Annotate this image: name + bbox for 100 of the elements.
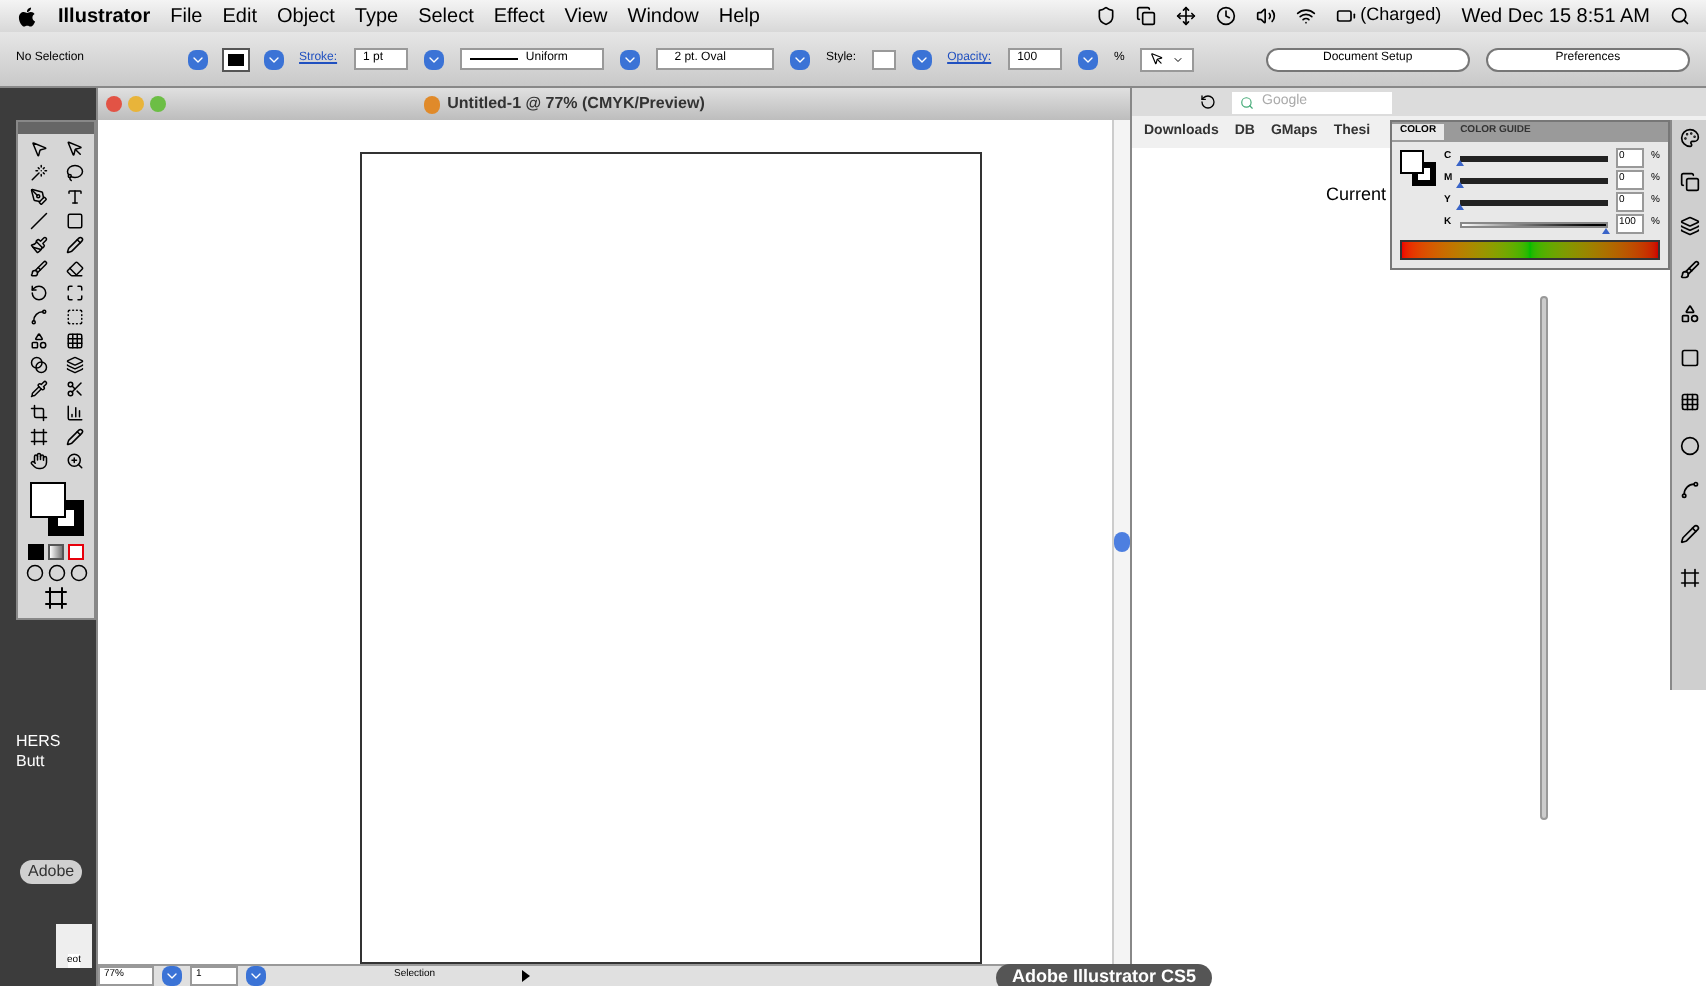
mesh-icon[interactable]: [65, 331, 83, 349]
panel-icon[interactable]: [1679, 216, 1699, 236]
menu-item[interactable]: Object: [276, 1, 335, 31]
desktop-pill[interactable]: Adobe: [20, 860, 83, 884]
gradient-mode-icon[interactable]: [48, 544, 64, 560]
brush-icon[interactable]: [29, 235, 47, 253]
wifi-icon[interactable]: [1296, 6, 1317, 26]
fill-stroke-drawing[interactable]: [29, 482, 83, 536]
panel-icon[interactable]: [1679, 348, 1699, 368]
shapes-icon[interactable]: [29, 331, 47, 349]
free-transform-icon[interactable]: [65, 307, 83, 325]
reload-icon[interactable]: [1200, 94, 1216, 110]
blend-icon[interactable]: [29, 355, 47, 373]
color-mode-icon[interactable]: [28, 544, 44, 560]
none-mode-icon[interactable]: [68, 544, 84, 560]
dropdown-arrow[interactable]: [790, 49, 811, 69]
clock[interactable]: Wed Dec 15 8:51 AM: [1461, 1, 1650, 31]
draw-inside-icon[interactable]: [69, 564, 87, 582]
stroke-swatch[interactable]: [223, 49, 248, 69]
menu-item[interactable]: Type: [354, 1, 399, 31]
eyedropper-icon[interactable]: [29, 379, 47, 397]
draw-behind-icon[interactable]: [47, 564, 65, 582]
wand-icon[interactable]: [29, 163, 47, 181]
dropdown-arrow[interactable]: [1078, 49, 1098, 69]
close-button[interactable]: [106, 96, 122, 112]
scrollbar[interactable]: [1540, 296, 1548, 820]
scissors-icon[interactable]: [65, 379, 83, 397]
move-icon[interactable]: [1176, 6, 1197, 26]
menu-item[interactable]: Effect: [493, 1, 545, 31]
panel-icon[interactable]: [1679, 524, 1699, 544]
volume-icon[interactable]: [1256, 6, 1277, 26]
dropdown-arrow[interactable]: [162, 966, 182, 986]
color-spectrum[interactable]: [1400, 240, 1660, 260]
panel-icon[interactable]: [1679, 480, 1699, 500]
menu-item[interactable]: Edit: [222, 1, 257, 31]
menu-item[interactable]: Illustrator: [58, 1, 151, 31]
recolor-button[interactable]: [1140, 47, 1195, 71]
dropdown-arrow[interactable]: [620, 49, 641, 69]
blob-brush-icon[interactable]: [29, 259, 47, 277]
dropdown-arrow[interactable]: [424, 49, 444, 69]
slice-icon[interactable]: [65, 427, 83, 445]
pencil-icon[interactable]: [65, 235, 83, 253]
play-icon[interactable]: [522, 970, 530, 982]
dropdown-arrow[interactable]: [246, 966, 266, 986]
dropdown-arrow[interactable]: [911, 49, 932, 69]
hand-icon[interactable]: [29, 451, 47, 469]
pen-icon[interactable]: [29, 187, 47, 205]
zoom-icon[interactable]: [65, 451, 83, 469]
dock-tooltip: Adobe Illustrator CS5: [996, 964, 1213, 986]
scale-icon[interactable]: [65, 283, 83, 301]
pointer-icon[interactable]: [65, 139, 83, 157]
menu-item[interactable]: Help: [718, 1, 760, 31]
shield-icon[interactable]: [1096, 6, 1117, 26]
slider-thumb[interactable]: [1456, 159, 1464, 165]
slider-track[interactable]: [1460, 177, 1608, 183]
menu-item[interactable]: View: [564, 1, 608, 31]
gradient-icon[interactable]: [65, 355, 83, 373]
apple-icon[interactable]: [16, 5, 38, 27]
line-icon[interactable]: [29, 211, 47, 229]
style-swatch[interactable]: [872, 49, 896, 69]
clock-icon[interactable]: [1216, 6, 1237, 26]
copy-icon[interactable]: [1136, 6, 1157, 26]
dropdown-arrow[interactable]: [263, 49, 284, 69]
panel-icon[interactable]: [1679, 436, 1699, 456]
slider-thumb[interactable]: [1456, 181, 1464, 187]
pointer-icon[interactable]: [29, 139, 47, 157]
battery-icon[interactable]: [1336, 6, 1357, 26]
draw-mode-icon[interactable]: [25, 564, 43, 582]
text-tool-icon[interactable]: [65, 187, 83, 205]
panel-icon[interactable]: [1679, 260, 1699, 280]
panel-icon[interactable]: [1679, 392, 1699, 412]
rotate-icon[interactable]: [29, 283, 47, 301]
desktop-label: Butt: [16, 752, 47, 772]
vertical-scrollbar[interactable]: [1112, 120, 1130, 964]
panel-icon[interactable]: [1679, 568, 1699, 588]
menu-item[interactable]: Select: [418, 1, 474, 31]
lasso-icon[interactable]: [65, 163, 83, 181]
pointer-icon: [1150, 52, 1165, 66]
panel-icon[interactable]: [1679, 304, 1699, 324]
slider-thumb[interactable]: [1601, 227, 1610, 233]
crop-icon[interactable]: [29, 403, 47, 421]
scroll-thumb[interactable]: [1114, 532, 1130, 552]
eraser-icon[interactable]: [65, 259, 83, 277]
page-text: Current: [1326, 184, 1387, 204]
menu-item[interactable]: Window: [627, 1, 699, 31]
search-icon[interactable]: [1670, 6, 1690, 26]
search-icon: [1240, 95, 1254, 109]
menu-item[interactable]: File: [170, 1, 203, 31]
panel-icon[interactable]: [1679, 128, 1699, 148]
fill-stroke-drawing[interactable]: [1400, 150, 1436, 186]
bar-chart-icon[interactable]: [65, 403, 83, 421]
warp-icon[interactable]: [29, 307, 47, 325]
slider-thumb[interactable]: [1456, 203, 1464, 209]
dropdown-arrow[interactable]: [188, 49, 208, 69]
artboard-icon[interactable]: [29, 427, 47, 445]
panel-icon[interactable]: [1679, 172, 1699, 192]
screen-mode-icon[interactable]: [44, 586, 68, 610]
slider-track[interactable]: [1460, 199, 1608, 205]
rectangle-icon[interactable]: [65, 211, 83, 229]
slider-track[interactable]: [1460, 155, 1608, 161]
